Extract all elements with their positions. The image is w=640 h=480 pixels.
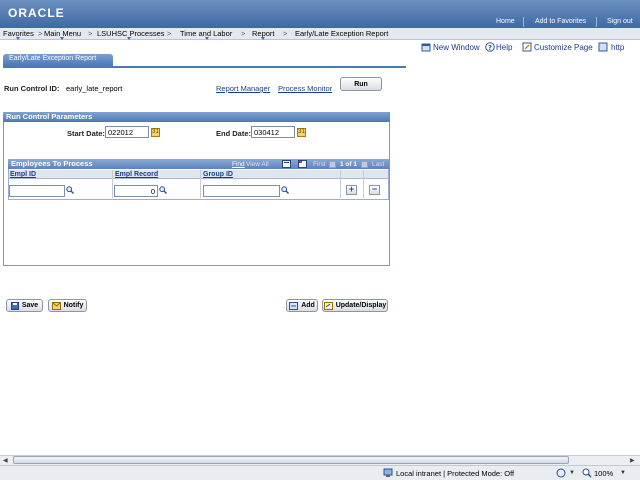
chevron-down-icon bbox=[261, 37, 265, 40]
start-date-input[interactable] bbox=[105, 126, 149, 138]
end-date-label: End Date: bbox=[216, 129, 252, 138]
grid-download-icon[interactable] bbox=[298, 160, 307, 168]
calendar-icon[interactable]: 31 bbox=[151, 128, 160, 137]
empl-record-input[interactable] bbox=[114, 185, 158, 197]
previous-arrow-icon[interactable] bbox=[329, 161, 336, 168]
svg-text:?: ? bbox=[488, 44, 492, 52]
help-link[interactable]: Help bbox=[496, 43, 512, 52]
status-bar bbox=[0, 465, 640, 480]
run-button-label: Run bbox=[354, 80, 368, 88]
save-icon bbox=[10, 301, 19, 310]
chevron-down-icon bbox=[205, 37, 209, 40]
grid-view-all-link[interactable]: View All bbox=[246, 161, 269, 168]
chevron-down-icon bbox=[16, 37, 20, 40]
chevron-down-icon[interactable]: ▼ bbox=[620, 470, 626, 476]
scroll-left-icon[interactable]: ◀ bbox=[3, 457, 8, 464]
add-row-button[interactable]: + bbox=[346, 185, 357, 195]
run-control-label: Run Control ID: bbox=[4, 84, 60, 93]
column-divider bbox=[200, 170, 201, 198]
customize-page-link[interactable]: Customize Page bbox=[534, 43, 593, 52]
new-window-link[interactable]: New Window bbox=[433, 43, 480, 52]
protected-mode-icon[interactable] bbox=[556, 468, 566, 478]
column-empl-id[interactable]: Empl ID bbox=[10, 171, 36, 178]
delete-row-button[interactable]: − bbox=[369, 185, 380, 195]
customize-page-icon[interactable] bbox=[522, 42, 532, 52]
next-arrow-icon[interactable] bbox=[361, 161, 368, 168]
search-icon[interactable] bbox=[281, 186, 289, 194]
grid-find-link[interactable]: Find bbox=[232, 161, 245, 168]
chevron-down-icon bbox=[60, 37, 64, 40]
run-button[interactable]: Run bbox=[340, 77, 382, 91]
grid-column-headers bbox=[9, 170, 388, 179]
nav-separator: > bbox=[167, 29, 172, 38]
save-button[interactable]: Save bbox=[6, 299, 43, 312]
update-display-button-label: Update/Display bbox=[335, 302, 387, 309]
add-button[interactable]: Add bbox=[286, 299, 318, 312]
oracle-logo: ORACLE bbox=[8, 6, 65, 20]
column-divider bbox=[112, 170, 113, 198]
column-divider bbox=[363, 170, 364, 198]
nav-separator: > bbox=[38, 29, 43, 38]
run-control-value: early_late_report bbox=[66, 84, 123, 93]
home-link[interactable]: Home bbox=[496, 18, 515, 25]
add-button-label: Add bbox=[301, 302, 315, 309]
header-separator bbox=[596, 17, 597, 27]
scrollbar-thumb[interactable] bbox=[13, 456, 569, 464]
empl-id-input[interactable] bbox=[9, 185, 65, 197]
process-monitor-link[interactable]: Process Monitor bbox=[278, 84, 332, 93]
add-to-favorites-link[interactable]: Add to Favorites bbox=[535, 18, 586, 25]
notify-button[interactable]: Notify bbox=[48, 299, 87, 312]
zoom-level[interactable]: 100% bbox=[594, 469, 613, 478]
intranet-icon bbox=[383, 468, 393, 477]
grid-row-count: 1 of 1 bbox=[340, 161, 357, 168]
grid-last-link[interactable]: Last bbox=[372, 161, 384, 168]
chevron-down-icon[interactable]: ▼ bbox=[569, 470, 575, 476]
nav-separator: > bbox=[88, 29, 93, 38]
envelope-icon bbox=[51, 301, 61, 310]
header-separator bbox=[523, 17, 524, 27]
start-date-label: Start Date: bbox=[67, 129, 105, 138]
calendar-icon[interactable]: 31 bbox=[297, 128, 306, 137]
notify-button-label: Notify bbox=[63, 302, 84, 309]
group-id-input[interactable] bbox=[203, 185, 280, 197]
add-icon bbox=[289, 301, 299, 310]
nav-separator: > bbox=[283, 29, 288, 38]
http-link[interactable]: http bbox=[611, 43, 624, 52]
search-icon[interactable] bbox=[66, 186, 74, 194]
http-icon[interactable] bbox=[598, 42, 608, 52]
update-display-icon bbox=[323, 301, 333, 310]
update-display-button[interactable]: Update/Display bbox=[322, 299, 388, 312]
nav-early-late-exception-report[interactable]: Early/Late Exception Report bbox=[295, 29, 388, 38]
run-control-parameters-header: Run Control Parameters bbox=[3, 112, 390, 122]
page-tab[interactable]: Early/Late Exception Report bbox=[3, 54, 113, 66]
search-icon[interactable] bbox=[159, 186, 167, 194]
new-window-icon[interactable] bbox=[421, 42, 431, 52]
tab-divider bbox=[3, 66, 406, 68]
column-divider bbox=[340, 170, 341, 198]
grid-first-link[interactable]: First bbox=[313, 161, 326, 168]
column-empl-record[interactable]: Empl Record bbox=[115, 171, 158, 178]
end-date-input[interactable] bbox=[251, 126, 295, 138]
sign-out-link[interactable]: Sign out bbox=[607, 18, 633, 25]
column-group-id[interactable]: Group ID bbox=[203, 171, 233, 178]
nav-separator: > bbox=[241, 29, 246, 38]
help-icon[interactable]: ? bbox=[485, 42, 495, 52]
report-manager-link[interactable]: Report Manager bbox=[216, 84, 270, 93]
zoom-icon[interactable] bbox=[582, 468, 592, 478]
chevron-down-icon bbox=[127, 37, 131, 40]
save-button-label: Save bbox=[21, 302, 39, 309]
scroll-right-icon[interactable]: ▶ bbox=[630, 457, 635, 464]
grid-zoom-icon[interactable] bbox=[282, 160, 291, 168]
security-zone-text[interactable]: Local intranet | Protected Mode: Off bbox=[396, 469, 514, 478]
